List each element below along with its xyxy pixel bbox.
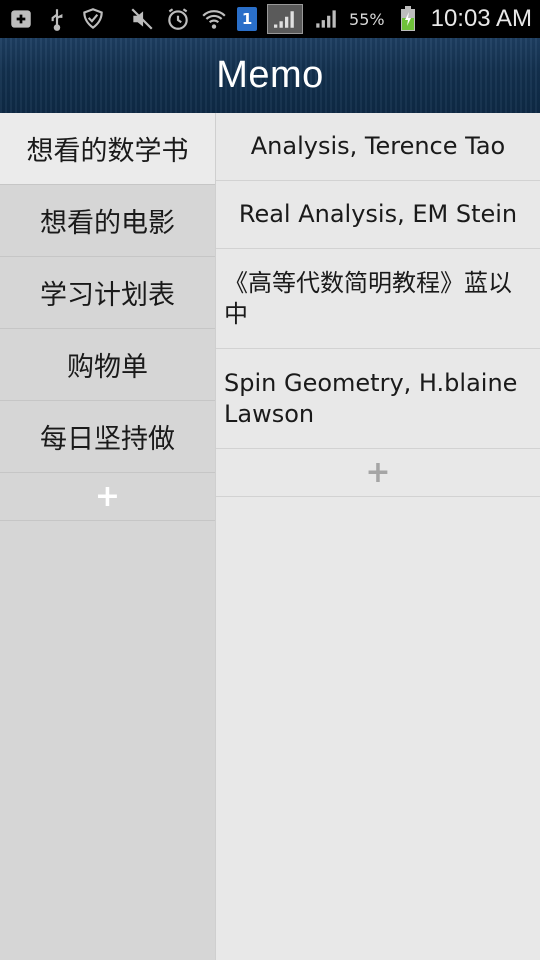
memo-item-text: Spin Geometry, H.blaine Lawson: [224, 368, 518, 428]
plus-icon: +: [365, 455, 391, 490]
memo-item[interactable]: Spin Geometry, H.blaine Lawson: [216, 349, 540, 449]
category-item-label: 每日坚持做: [40, 424, 175, 455]
cell-signal-icon: [313, 6, 339, 32]
category-item-label: 想看的数学书: [26, 136, 189, 167]
mute-icon: [129, 6, 155, 32]
sim-signal-icon: [267, 4, 304, 34]
status-time: 10:03 AM: [430, 5, 532, 32]
add-category-button[interactable]: +: [0, 473, 215, 521]
add-box-icon: [8, 6, 34, 32]
add-memo-button[interactable]: +: [216, 449, 540, 497]
status-bar-left: [8, 0, 106, 38]
status-bar-right: 1 55% 10:03 AM: [129, 0, 532, 38]
battery-percent: 55%: [349, 9, 385, 29]
memo-list: Analysis, Terence Tao Real Analysis, EM …: [216, 113, 540, 960]
category-item-math-books[interactable]: 想看的数学书: [0, 113, 215, 185]
memo-item[interactable]: Real Analysis, EM Stein: [216, 181, 540, 249]
app-title-bar: Memo: [0, 38, 540, 113]
shield-check-icon: [80, 6, 106, 32]
main-content: 想看的数学书 想看的电影 学习计划表 购物单 每日坚持做 + Analysis,…: [0, 113, 540, 960]
battery-charging-icon: [395, 6, 421, 32]
category-item-label: 想看的电影: [40, 208, 175, 239]
category-item-movies[interactable]: 想看的电影: [0, 185, 215, 257]
category-item-daily-habits[interactable]: 每日坚持做: [0, 401, 215, 473]
category-item-shopping-list[interactable]: 购物单: [0, 329, 215, 401]
plus-icon: +: [94, 479, 121, 514]
category-item-label: 购物单: [67, 352, 148, 383]
sim-badge-icon: 1: [237, 7, 258, 31]
memo-item-text: Analysis, Terence Tao: [250, 132, 506, 160]
memo-item-text: Real Analysis, EM Stein: [238, 200, 518, 228]
wifi-icon: [201, 6, 227, 32]
category-item-label: 学习计划表: [40, 280, 175, 311]
status-bar: 1 55% 10:03 AM: [0, 0, 540, 38]
alarm-icon: [165, 6, 191, 32]
memo-item-text: 《高等代数简明教程》蓝以中: [224, 268, 512, 328]
app-title: Memo: [216, 54, 324, 96]
usb-icon: [44, 6, 70, 32]
memo-item[interactable]: Analysis, Terence Tao: [216, 113, 540, 181]
memo-item[interactable]: 《高等代数简明教程》蓝以中: [216, 249, 540, 349]
category-item-study-plan[interactable]: 学习计划表: [0, 257, 215, 329]
category-list: 想看的数学书 想看的电影 学习计划表 购物单 每日坚持做 +: [0, 113, 216, 960]
